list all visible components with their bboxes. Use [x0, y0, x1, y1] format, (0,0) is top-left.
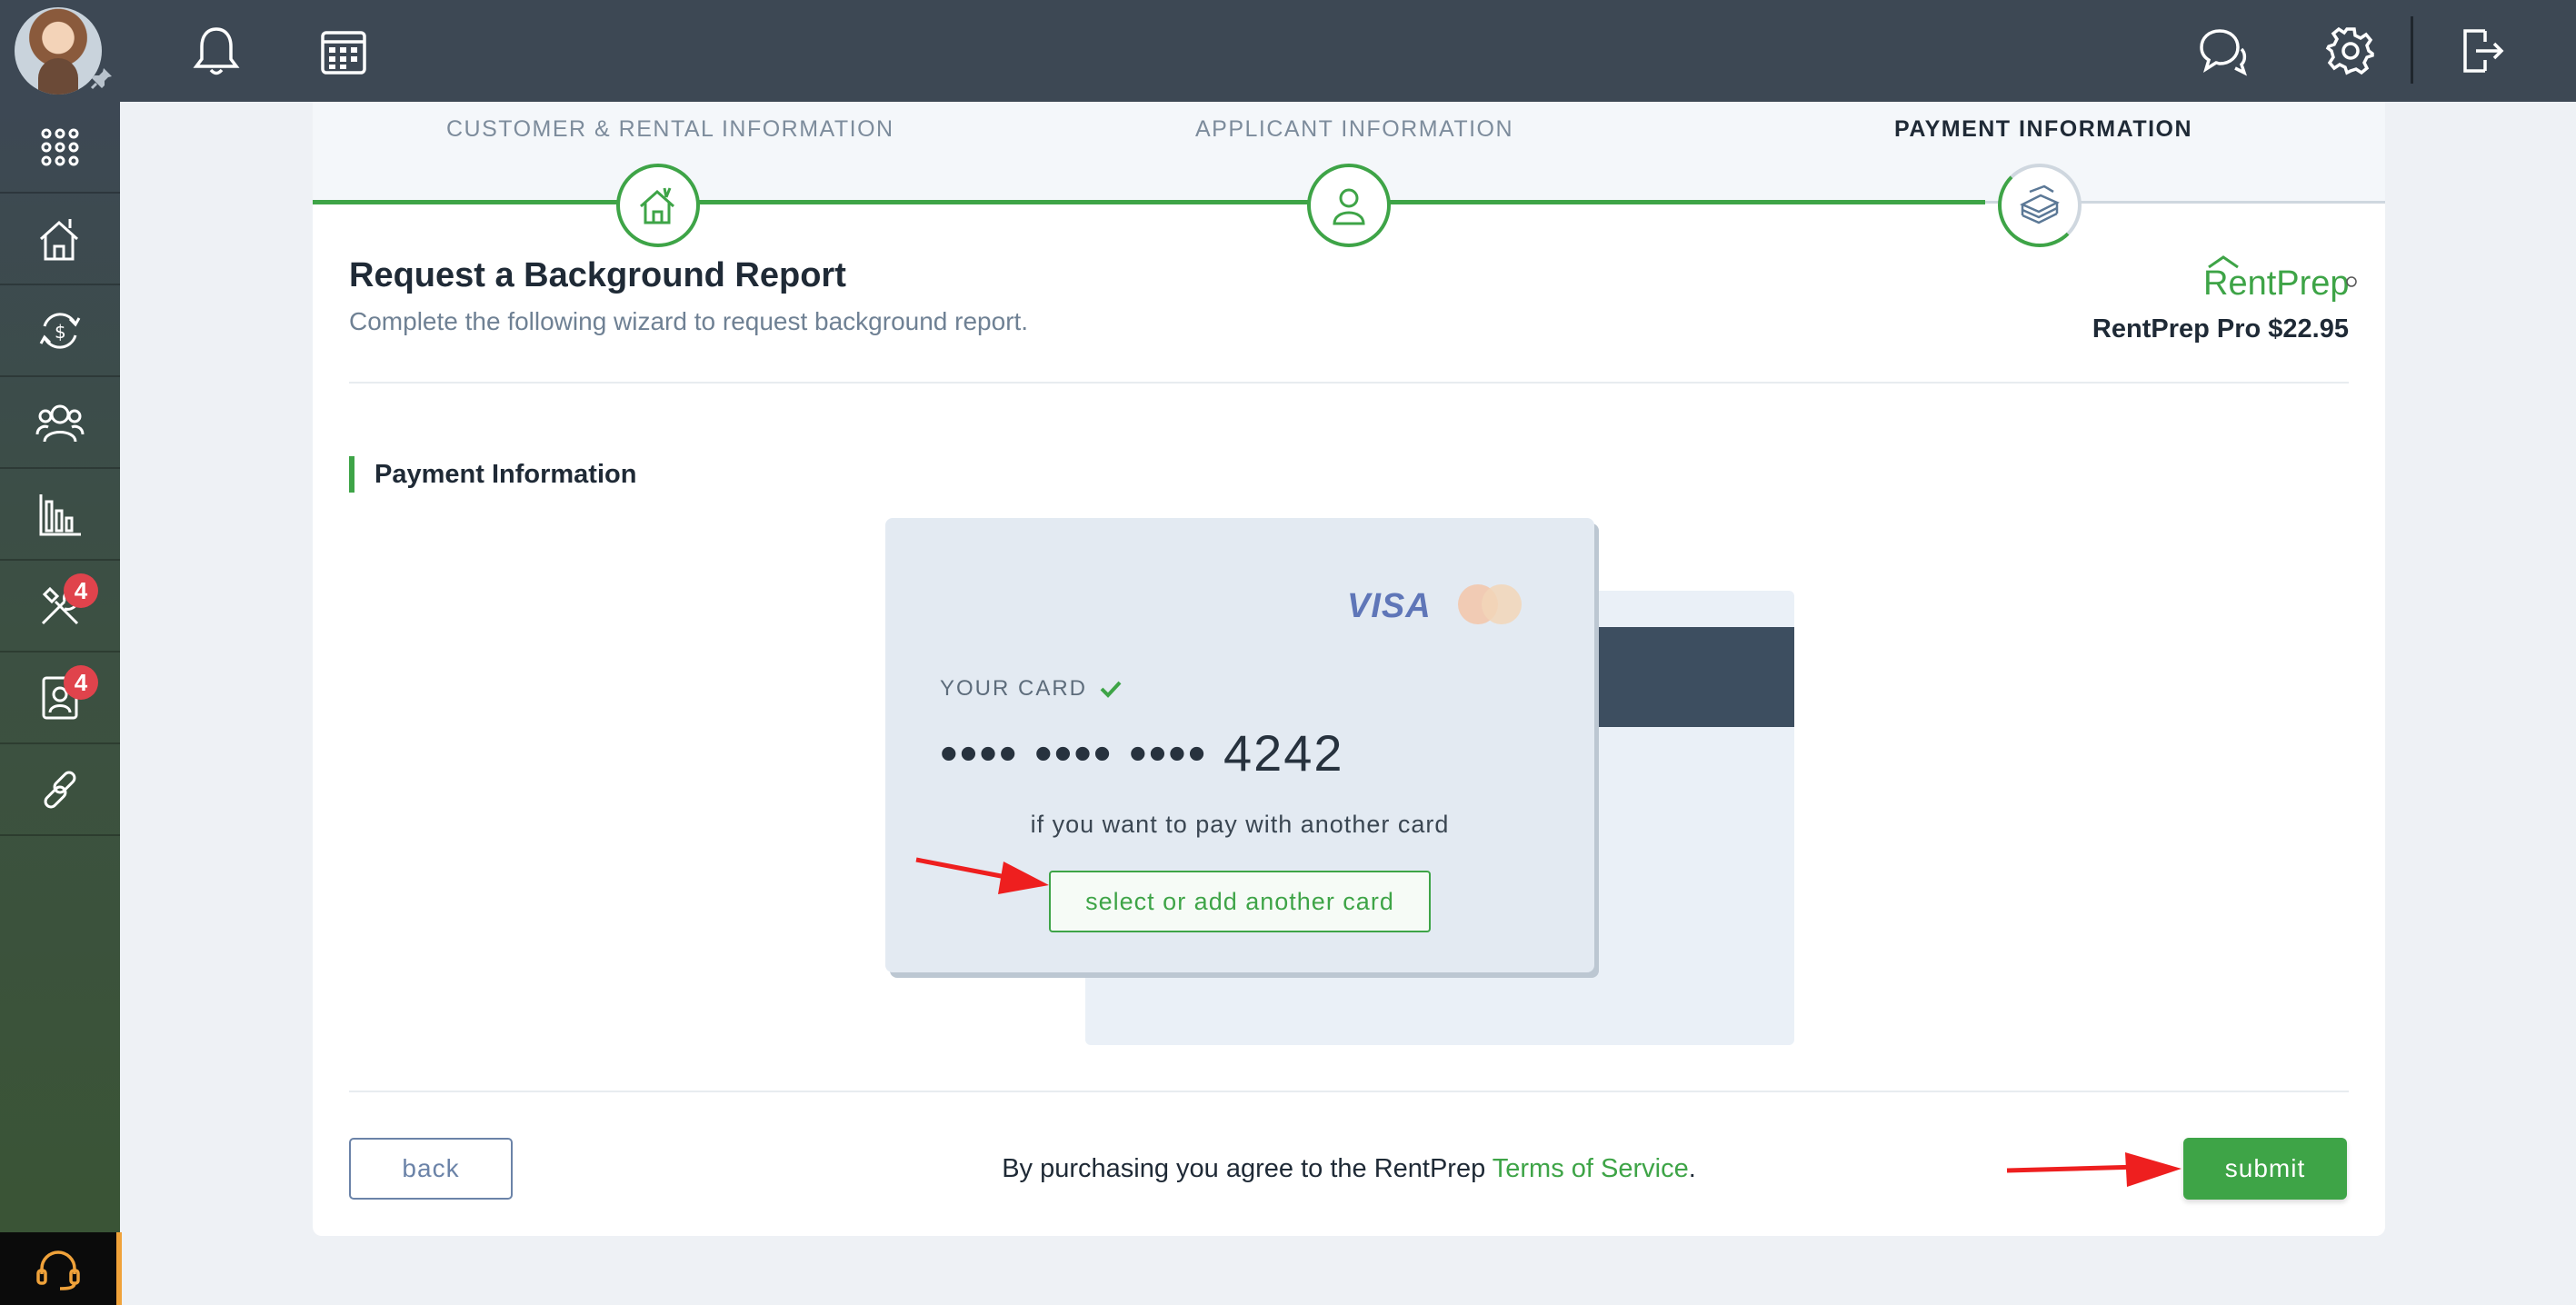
sidebar-item-links[interactable] — [0, 744, 120, 836]
visa-logo: VISA — [1347, 587, 1432, 625]
sidebar: $ 4 4 — [0, 102, 122, 1305]
logout-icon[interactable] — [2451, 20, 2512, 82]
footer-divider — [349, 1091, 2349, 1092]
maintenance-badge: 4 — [64, 573, 98, 608]
top-bar — [0, 0, 2576, 102]
svg-text:RentPrep: RentPrep — [2203, 264, 2350, 302]
sidebar-item-tenants[interactable] — [0, 377, 120, 469]
sidebar-item-payments[interactable]: $ — [0, 285, 120, 377]
progress-line-complete — [313, 200, 1985, 204]
rentprep-logo: RentPrep — [2203, 255, 2357, 302]
sidebar-item-apps[interactable] — [0, 102, 120, 194]
apps-grid-icon — [41, 128, 79, 165]
step-label-applicant[interactable]: APPLICANT INFORMATION — [1195, 116, 1513, 143]
reports-icon — [39, 493, 81, 535]
notifications-bell-icon[interactable] — [185, 20, 247, 82]
your-card-label: YOUR CARD — [940, 676, 1122, 702]
payments-icon: $ — [39, 312, 81, 349]
checkmark-icon — [1100, 681, 1122, 698]
pin-icon[interactable] — [89, 65, 115, 91]
submit-button[interactable]: submit — [2183, 1138, 2347, 1200]
sidebar-item-properties[interactable] — [0, 194, 120, 285]
header-divider — [349, 382, 2349, 384]
topbar-divider — [2411, 16, 2413, 84]
wizard-card: CUSTOMER & RENTAL INFORMATION APPLICANT … — [313, 102, 2385, 1236]
page-title: Request a Background Report — [349, 256, 846, 294]
step-circle-customer[interactable] — [616, 164, 700, 247]
support-button[interactable] — [0, 1232, 116, 1305]
plan-price: RentPrep Pro $22.95 — [2092, 314, 2349, 344]
section-title-payment: Payment Information — [349, 456, 636, 493]
settings-gear-icon[interactable] — [2320, 20, 2381, 82]
money-stack-icon — [2020, 184, 2060, 224]
svg-text:$: $ — [55, 321, 66, 343]
step-label-payment[interactable]: PAYMENT INFORMATION — [1894, 116, 2192, 143]
link-icon — [44, 771, 76, 808]
user-icon — [1333, 188, 1365, 225]
step-circle-applicant[interactable] — [1307, 164, 1391, 247]
sidebar-item-maintenance[interactable]: 4 — [0, 561, 120, 652]
headset-icon — [36, 1250, 80, 1290]
tenants-icon — [35, 404, 85, 442]
terms-text: By purchasing you agree to the RentPrep … — [1002, 1154, 1696, 1183]
properties-icon — [39, 218, 79, 260]
calendar-icon[interactable] — [313, 20, 374, 82]
sidebar-item-reports[interactable] — [0, 469, 120, 561]
another-card-text: if you want to pay with another card — [1030, 811, 1450, 838]
terms-of-service-link[interactable]: Terms of Service — [1493, 1154, 1689, 1183]
support-accent — [116, 1232, 122, 1305]
select-card-button[interactable]: select or add another card — [1049, 871, 1431, 932]
step-label-customer[interactable]: CUSTOMER & RENTAL INFORMATION — [446, 116, 894, 143]
card-front: VISA YOUR CARD •••• •••• •••• 4242 if yo… — [885, 518, 1594, 972]
step-circle-payment[interactable] — [1998, 164, 2082, 247]
house-icon — [640, 187, 674, 224]
sidebar-item-applicants[interactable]: 4 — [0, 652, 120, 744]
chat-icon[interactable] — [2192, 20, 2254, 82]
annotation-arrow-select — [915, 857, 1049, 894]
page-subtitle: Complete the following wizard to request… — [349, 307, 1029, 335]
applicants-badge: 4 — [64, 665, 98, 700]
mastercard-icon — [1458, 584, 1522, 624]
card-number: •••• •••• •••• 4242 — [940, 724, 1344, 782]
